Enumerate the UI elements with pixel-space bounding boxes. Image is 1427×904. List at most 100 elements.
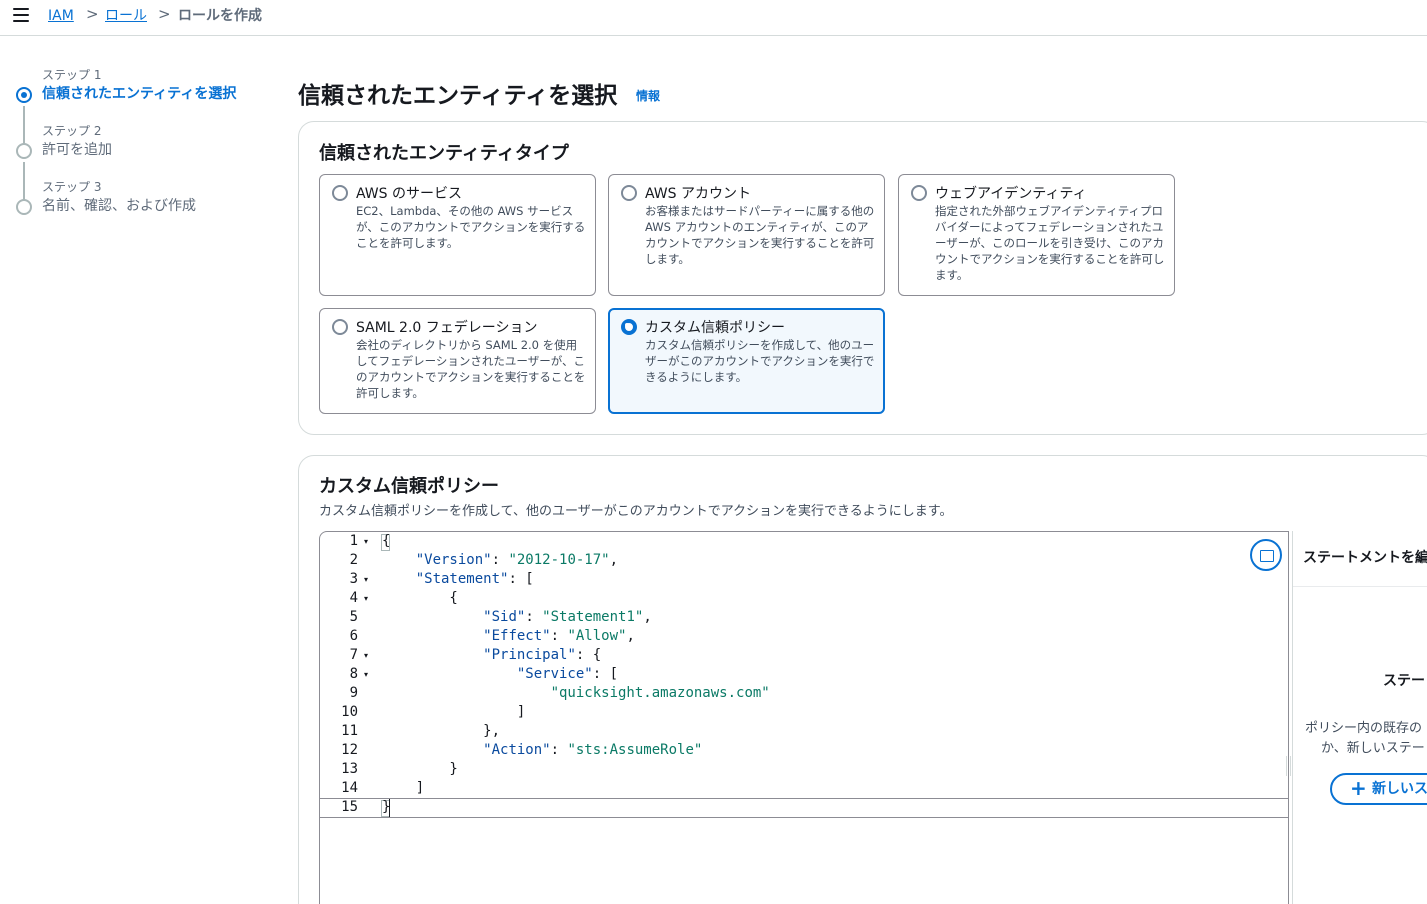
active-line-highlight <box>320 798 1288 818</box>
radio-saml-federation[interactable] <box>332 319 348 335</box>
step-1-title[interactable]: 信頼されたエンティティを選択 <box>42 85 236 103</box>
code-line: "quicksight.amazonaws.com" <box>382 685 770 701</box>
json-string: "sts:AssumeRole" <box>567 742 703 758</box>
json-key: "Principal" <box>483 647 576 663</box>
option-desc: 会社のディレクトリから SAML 2.0 を使用してフェデレーションされたユーザ… <box>356 338 586 400</box>
step-2-indicator-icon <box>16 143 32 159</box>
option-desc: 指定された外部ウェブアイデンティティプロバイダーによってフェデレーションされたユ… <box>935 204 1165 282</box>
statement-panel-title: ステートメントを編 <box>1303 550 1427 566</box>
json-key: "Sid" <box>483 609 526 625</box>
entity-type-title: 信頼されたエンティティタイプ <box>319 143 569 164</box>
step-1-indicator-icon <box>16 87 32 103</box>
statement-panel-text-line: ポリシー内の既存の <box>1305 721 1423 736</box>
line-number: 1 <box>349 533 358 549</box>
radio-aws-service[interactable] <box>332 185 348 201</box>
option-aws-service[interactable]: AWS のサービス EC2、Lambda、その他の AWS サービスが、このアカ… <box>319 174 596 296</box>
code-line: }, <box>382 723 501 739</box>
fold-arrow-icon[interactable]: ▾ <box>364 537 368 546</box>
json-string: "Allow" <box>567 628 627 644</box>
wizard-steps: ステップ 1 信頼されたエンティティを選択 ステップ 2 許可を追加 ステップ … <box>0 36 290 904</box>
divider <box>1293 586 1427 587</box>
step-3-indicator-icon <box>16 199 32 215</box>
code-line: ] <box>382 704 526 720</box>
code-line: "Sid": "Statement1", <box>483 609 652 625</box>
chevron-right-icon: > <box>158 5 171 23</box>
policy-code-editor[interactable]: 1 2 3 4 5 6 7 8 9 10 11 12 13 14 15 ▾ ▾ … <box>319 531 1289 904</box>
json-key: "Version" <box>415 552 492 568</box>
statement-panel: ステートメントを編 ステー ポリシー内の既存の か、新しいステー + 新しいス <box>1292 531 1427 904</box>
option-desc: カスタム信頼ポリシーを作成して、他のユーザーがこのアカウントでアクションを実行で… <box>645 338 875 384</box>
line-number: 5 <box>349 609 358 625</box>
code-line: "Effect": "Allow", <box>483 628 635 644</box>
option-saml-federation[interactable]: SAML 2.0 フェデレーション 会社のディレクトリから SAML 2.0 を… <box>319 308 596 414</box>
fold-arrow-icon[interactable]: ▾ <box>364 670 368 679</box>
step-3-label: ステップ 3 <box>42 180 102 194</box>
option-title: SAML 2.0 フェデレーション <box>356 320 538 336</box>
fold-arrow-icon[interactable]: ▾ <box>364 594 368 603</box>
json-key: "Action" <box>483 742 551 758</box>
menu-icon[interactable] <box>13 8 29 22</box>
line-number: 2 <box>349 552 358 568</box>
fold-arrow-icon[interactable]: ▾ <box>364 651 368 660</box>
add-statement-button[interactable]: + 新しいス <box>1330 773 1427 805</box>
chevron-right-icon: > <box>86 5 99 23</box>
option-aws-account[interactable]: AWS アカウント お客様またはサードパーティーに属する他の AWS アカウント… <box>608 174 885 296</box>
line-number: 14 <box>341 780 358 796</box>
breadcrumb-iam[interactable]: IAM <box>48 6 74 26</box>
step-2-title: 許可を追加 <box>42 142 112 158</box>
step-3-title: 名前、確認、および作成 <box>42 198 196 214</box>
code-line: "Service": [ <box>516 666 619 682</box>
custom-policy-container: カスタム信頼ポリシー カスタム信頼ポリシーを作成して、他のユーザーがこのアカウン… <box>298 455 1427 904</box>
info-link[interactable]: 情報 <box>636 87 660 104</box>
line-number: 6 <box>349 628 358 644</box>
fold-arrow-icon[interactable]: ▾ <box>364 575 368 584</box>
line-number: 9 <box>349 685 358 701</box>
statement-panel-heading: ステー <box>1383 673 1425 689</box>
line-number: 3 <box>349 571 358 587</box>
radio-custom-trust-policy[interactable] <box>621 319 637 335</box>
line-number: 12 <box>341 742 358 758</box>
option-desc: EC2、Lambda、その他の AWS サービスが、このアカウントでアクションを… <box>356 204 586 250</box>
keyboard-shortcuts-icon[interactable] <box>1250 539 1282 571</box>
option-title: AWS のサービス <box>356 186 462 202</box>
step-connector <box>23 162 25 200</box>
line-number: 4 <box>349 590 358 606</box>
custom-policy-desc: カスタム信頼ポリシーを作成して、他のユーザーがこのアカウントでアクションを実行で… <box>319 504 953 519</box>
code-line: { <box>382 533 391 549</box>
option-title: ウェブアイデンティティ <box>935 186 1087 202</box>
page-title: 信頼されたエンティティを選択 <box>298 83 618 109</box>
step-connector <box>23 106 25 144</box>
code-line: "Version": "2012-10-17", <box>415 552 619 568</box>
code-line: "Principal": { <box>483 647 602 663</box>
entity-type-container: 信頼されたエンティティタイプ AWS のサービス EC2、Lambda、その他の… <box>298 121 1427 435</box>
step-2-label: ステップ 2 <box>42 124 102 138</box>
line-number: 7 <box>349 647 358 663</box>
text-caret <box>389 799 390 817</box>
breadcrumb-current: ロールを作成 <box>178 8 262 24</box>
panel-resize-handle[interactable] <box>1286 756 1291 776</box>
code-line: ] <box>382 780 425 796</box>
line-number: 11 <box>341 723 358 739</box>
breadcrumb-roles[interactable]: ロール <box>105 6 147 26</box>
line-number: 10 <box>341 704 358 720</box>
top-bar: IAM > ロール > ロールを作成 <box>0 0 1427 36</box>
line-number: 13 <box>341 761 358 777</box>
json-key: "Statement" <box>415 571 509 587</box>
code-line: { <box>382 590 458 606</box>
json-string: "Statement1" <box>542 609 644 625</box>
line-number: 15 <box>341 799 358 815</box>
custom-policy-title: カスタム信頼ポリシー <box>319 476 499 497</box>
option-custom-trust-policy[interactable]: カスタム信頼ポリシー カスタム信頼ポリシーを作成して、他のユーザーがこのアカウン… <box>608 308 885 414</box>
option-title: AWS アカウント <box>645 186 751 202</box>
code-line: } <box>382 761 458 777</box>
radio-web-identity[interactable] <box>911 185 927 201</box>
statement-panel-text-line: か、新しいステー <box>1321 741 1425 756</box>
option-title: カスタム信頼ポリシー <box>645 320 785 336</box>
option-web-identity[interactable]: ウェブアイデンティティ 指定された外部ウェブアイデンティティプロバイダーによって… <box>898 174 1175 296</box>
option-desc: お客様またはサードパーティーに属する他の AWS アカウントのエンティティが、こ… <box>645 204 875 266</box>
add-statement-label: 新しいス <box>1372 781 1427 797</box>
radio-aws-account[interactable] <box>621 185 637 201</box>
statement-panel-text: ポリシー内の既存の か、新しいステー <box>1305 719 1427 759</box>
code-line: "Statement": [ <box>415 571 534 587</box>
json-key: "Effect" <box>483 628 551 644</box>
